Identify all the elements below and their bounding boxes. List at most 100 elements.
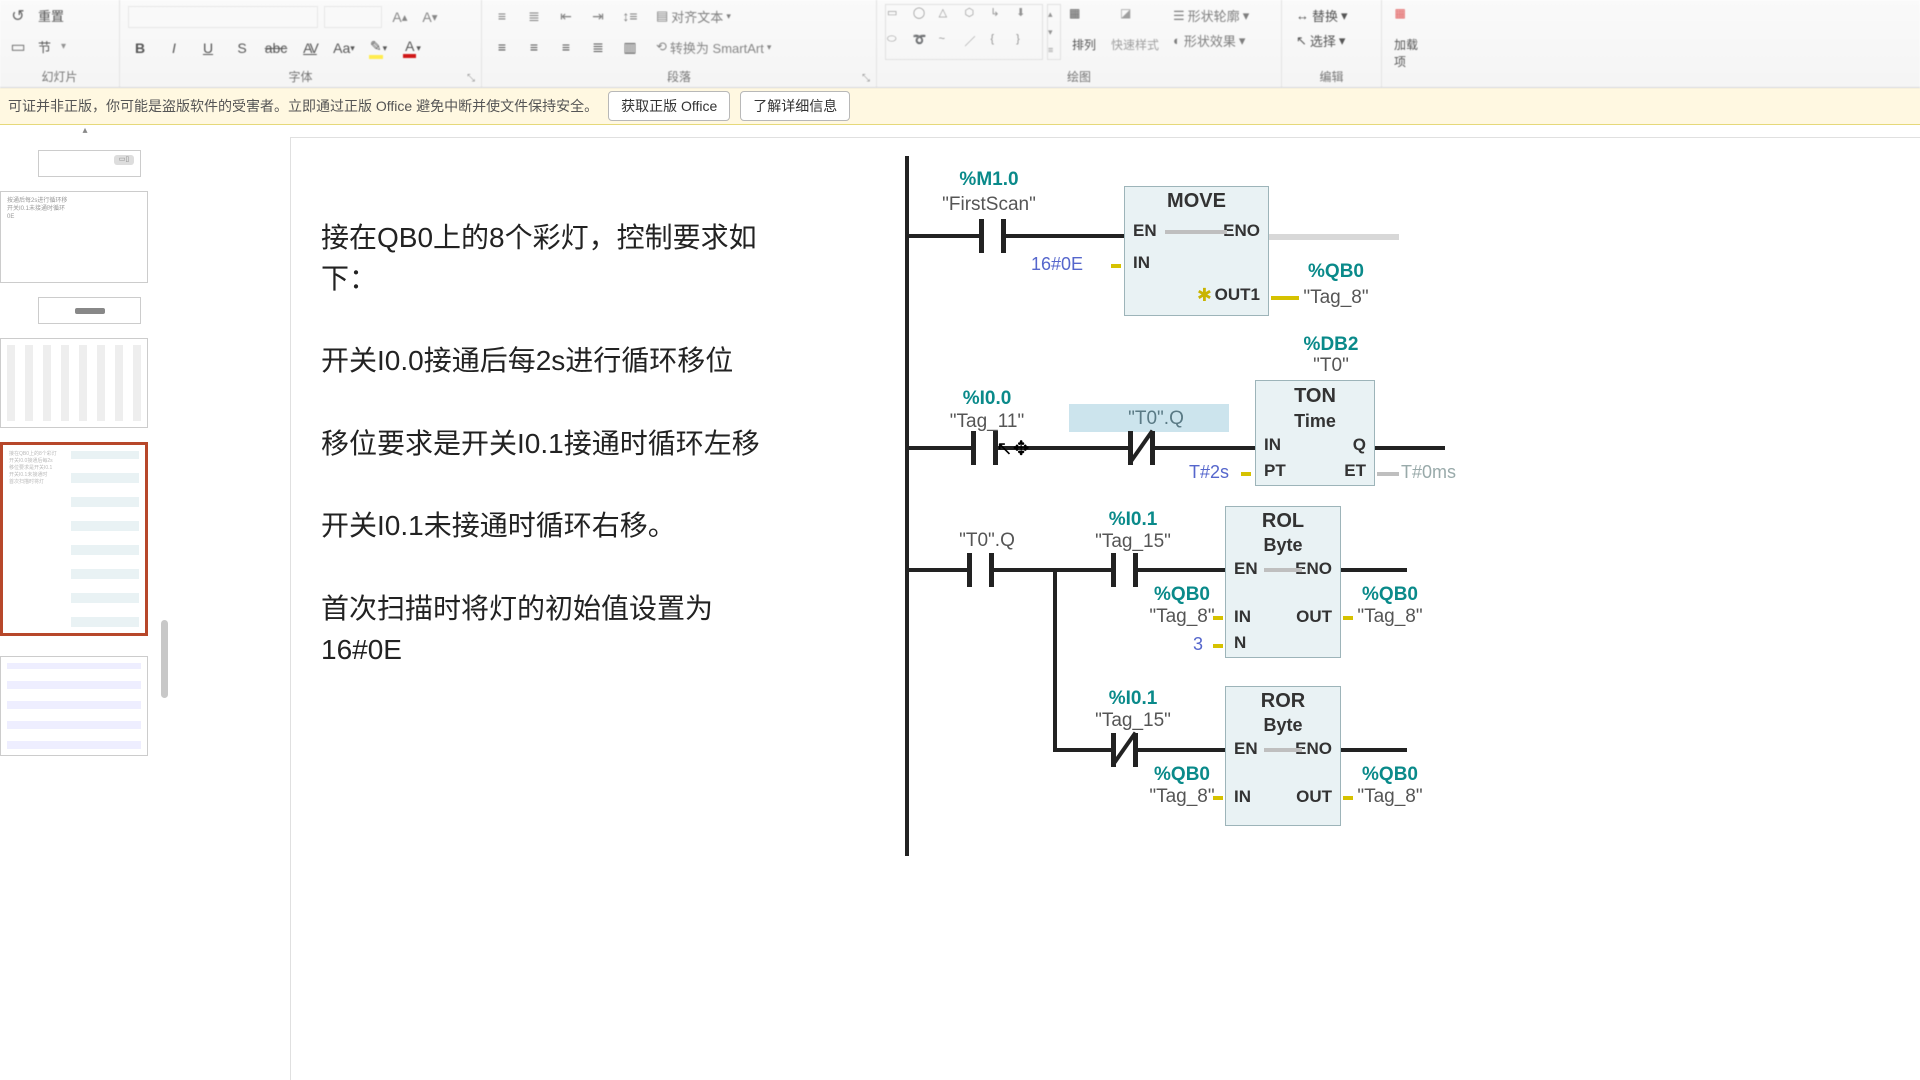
ror-in-qb0: %QB0 — [1145, 764, 1219, 786]
i01b-addr: %I0.1 — [1093, 688, 1173, 710]
i00-name: "Tag_11" — [937, 411, 1037, 433]
highlight-button[interactable]: ✎▾ — [366, 36, 390, 60]
font-group-label: 字体 — [128, 66, 473, 85]
thumbnail-slide-1[interactable]: 按通后每2s进行循环移 开关I0.1未接通时循环 0E — [0, 191, 148, 283]
thumbnail-header-slide-2[interactable] — [38, 297, 141, 324]
t0-name: "T0" — [1291, 355, 1371, 377]
ton-title: TON — [1256, 381, 1374, 411]
text-p5: 首次扫描时将灯的初始值设置为16#0E — [321, 589, 781, 670]
m1-address: %M1.0 — [939, 169, 1039, 191]
block-rol: ROL Byte EN ENO IN OUT N — [1225, 506, 1341, 658]
slide-canvas[interactable]: 接在QB0上的8个彩灯，控制要求如下： 开关I0.0接通后每2s进行循环移位 移… — [170, 125, 1920, 1080]
indent-icon[interactable]: ⇥ — [586, 4, 610, 28]
align-text-button[interactable]: ▤ 对齐文本 ▾ — [650, 5, 737, 28]
thumbnail-slide-2[interactable] — [0, 338, 148, 428]
star-icon: ✱ — [1197, 285, 1212, 306]
rol-sub: Byte — [1226, 532, 1340, 559]
shadow-button[interactable]: S — [230, 36, 254, 60]
vertical-scrollbar-thumb[interactable] — [161, 620, 168, 698]
learn-more-button[interactable]: 了解详细信息 — [740, 91, 850, 121]
chevron-up-icon[interactable]: ▴ — [0, 125, 170, 136]
drawing-group-label: 绘图 — [885, 66, 1273, 85]
rol-in-tag8: "Tag_8" — [1141, 606, 1223, 628]
linespace-icon[interactable]: ↕≡ — [618, 4, 642, 28]
decrease-font-icon[interactable]: A▾ — [418, 5, 442, 29]
chevron-down-icon: ▾ — [61, 41, 66, 52]
thumbnail-header-slide[interactable]: ▭▯ — [38, 150, 141, 177]
align-right-icon[interactable]: ≡ — [554, 35, 578, 59]
ribbon: ↺ 重置 ▭ 节 ▾ 幻灯片 A▴ A▾ B I U S abc AV Aa▾ … — [0, 0, 1920, 88]
text-p2: 开关I0.0接通后每2s进行循环移位 — [321, 341, 781, 382]
section-button[interactable]: 节 — [32, 35, 57, 58]
bullets-icon[interactable]: ≡ — [490, 4, 514, 28]
case-button[interactable]: Aa▾ — [332, 36, 356, 60]
ladder-diagram: %M1.0 "FirstScan" MOVE EN ENO IN ✱ OUT1 … — [901, 156, 1920, 1080]
db2-addr: %DB2 — [1291, 334, 1371, 356]
ror-out-qb0: %QB0 — [1353, 764, 1427, 786]
block-ton: TON Time IN Q PT ET — [1255, 380, 1375, 486]
outdent-icon[interactable]: ⇤ — [554, 4, 578, 28]
ror-out-tag8: "Tag_8" — [1349, 786, 1431, 808]
shape-effect-button[interactable]: ◐ 形状效果 ▾ — [1167, 29, 1255, 52]
font-dialog-icon[interactable]: ⤡ — [467, 73, 479, 85]
quickstyle-button[interactable]: ◪快速样式 — [1107, 4, 1163, 60]
align-left-icon[interactable]: ≡ — [490, 35, 514, 59]
rol-in-qb0: %QB0 — [1145, 584, 1219, 606]
font-color-button[interactable]: A▾ — [400, 36, 424, 60]
mini-bar-icon — [75, 308, 105, 314]
paragraph-dialog-icon[interactable]: ⤡ — [862, 73, 874, 85]
layout-badge-icon: ▭▯ — [114, 155, 134, 165]
addins-button[interactable]: ▦加载项 — [1390, 4, 1429, 72]
rol-out-tag8: "Tag_8" — [1349, 606, 1431, 628]
slides-group-label: 幻灯片 — [8, 66, 111, 85]
font-name-combo[interactable] — [128, 6, 318, 28]
italic-button[interactable]: I — [162, 36, 186, 60]
align-center-icon[interactable]: ≡ — [522, 35, 546, 59]
shapes-expand[interactable]: ▴▾≡ — [1047, 4, 1061, 60]
text-p3: 移位要求是开关I0.1接通时循环左移 — [321, 424, 781, 465]
select-button[interactable]: ↖ 选择 ▾ — [1290, 29, 1373, 52]
underline-button[interactable]: U — [196, 36, 220, 60]
out-tag8: "Tag_8" — [1291, 287, 1381, 309]
numbering-icon[interactable]: ≣ — [522, 4, 546, 28]
font-size-combo[interactable] — [324, 6, 382, 28]
editing-group-label: 编辑 — [1290, 66, 1373, 85]
align-justify-icon[interactable]: ≣ — [586, 35, 610, 59]
ror-in-tag8: "Tag_8" — [1141, 786, 1223, 808]
left-power-rail — [905, 156, 909, 856]
paragraph-group-label: 段落 — [490, 66, 868, 85]
spacing-button[interactable]: AV — [298, 36, 322, 60]
i00-addr: %I0.0 — [947, 388, 1027, 410]
thumbnail-slide-3-selected[interactable]: 接在QB0上的8个彩灯开关I0.0接通后每2s移位要求是开关I0.1开关I0.1… — [0, 442, 148, 636]
move-title: MOVE — [1125, 187, 1268, 216]
m1-name: "FirstScan" — [929, 194, 1049, 216]
get-office-button[interactable]: 获取正版 Office — [608, 91, 730, 121]
i01-name: "Tag_15" — [1083, 531, 1183, 553]
strike-button[interactable]: abc — [264, 36, 288, 60]
out-qb0: %QB0 — [1291, 261, 1381, 283]
pt-val: T#2s — [1189, 462, 1229, 483]
et-val: T#0ms — [1401, 462, 1456, 483]
slide-content: 接在QB0上的8个彩灯，控制要求如下： 开关I0.0接通后每2s进行循环移位 移… — [290, 137, 1920, 1080]
rol-out-qb0: %QB0 — [1353, 584, 1427, 606]
license-warning-bar: 可证并非正版，你可能是盗版软件的受害者。立即通过正版 Office 避免中断并使… — [0, 88, 1920, 125]
i01-addr: %I0.1 — [1093, 509, 1173, 531]
ror-sub: Byte — [1226, 712, 1340, 739]
text-p1: 接在QB0上的8个彩灯，控制要求如下： — [321, 218, 781, 299]
main-area: ▴ ▭▯ 按通后每2s进行循环移 开关I0.1未接通时循环 0E 接在QB0上的… — [0, 125, 1920, 1080]
thumbnail-slide-4[interactable] — [0, 656, 148, 756]
smartart-button[interactable]: ⟲ 转换为 SmartArt ▾ — [650, 36, 777, 59]
warning-text: 可证并非正版，你可能是盗版软件的受害者。立即通过正版 Office 避免中断并使… — [8, 96, 598, 116]
rol-n-val: 3 — [1193, 634, 1203, 655]
arrange-button[interactable]: ▦排列 — [1065, 4, 1103, 60]
shapes-gallery[interactable]: ▭◯△⬡↳⬇ ⬭➰~／{} — [885, 4, 1043, 60]
columns-icon[interactable]: ▥ — [618, 35, 642, 59]
reset-icon: ↺ — [8, 6, 28, 26]
block-move: MOVE EN ENO IN ✱ OUT1 — [1124, 186, 1269, 316]
reset-button[interactable]: 重置 — [32, 4, 70, 27]
increase-font-icon[interactable]: A▴ — [388, 5, 412, 29]
shape-outline-button[interactable]: ☰ 形状轮廓 ▾ — [1167, 4, 1255, 27]
bold-button[interactable]: B — [128, 36, 152, 60]
text-p4: 开关I0.1未接通时循环右移。 — [321, 506, 781, 547]
replace-button[interactable]: ↔ 替换 ▾ — [1290, 4, 1373, 27]
